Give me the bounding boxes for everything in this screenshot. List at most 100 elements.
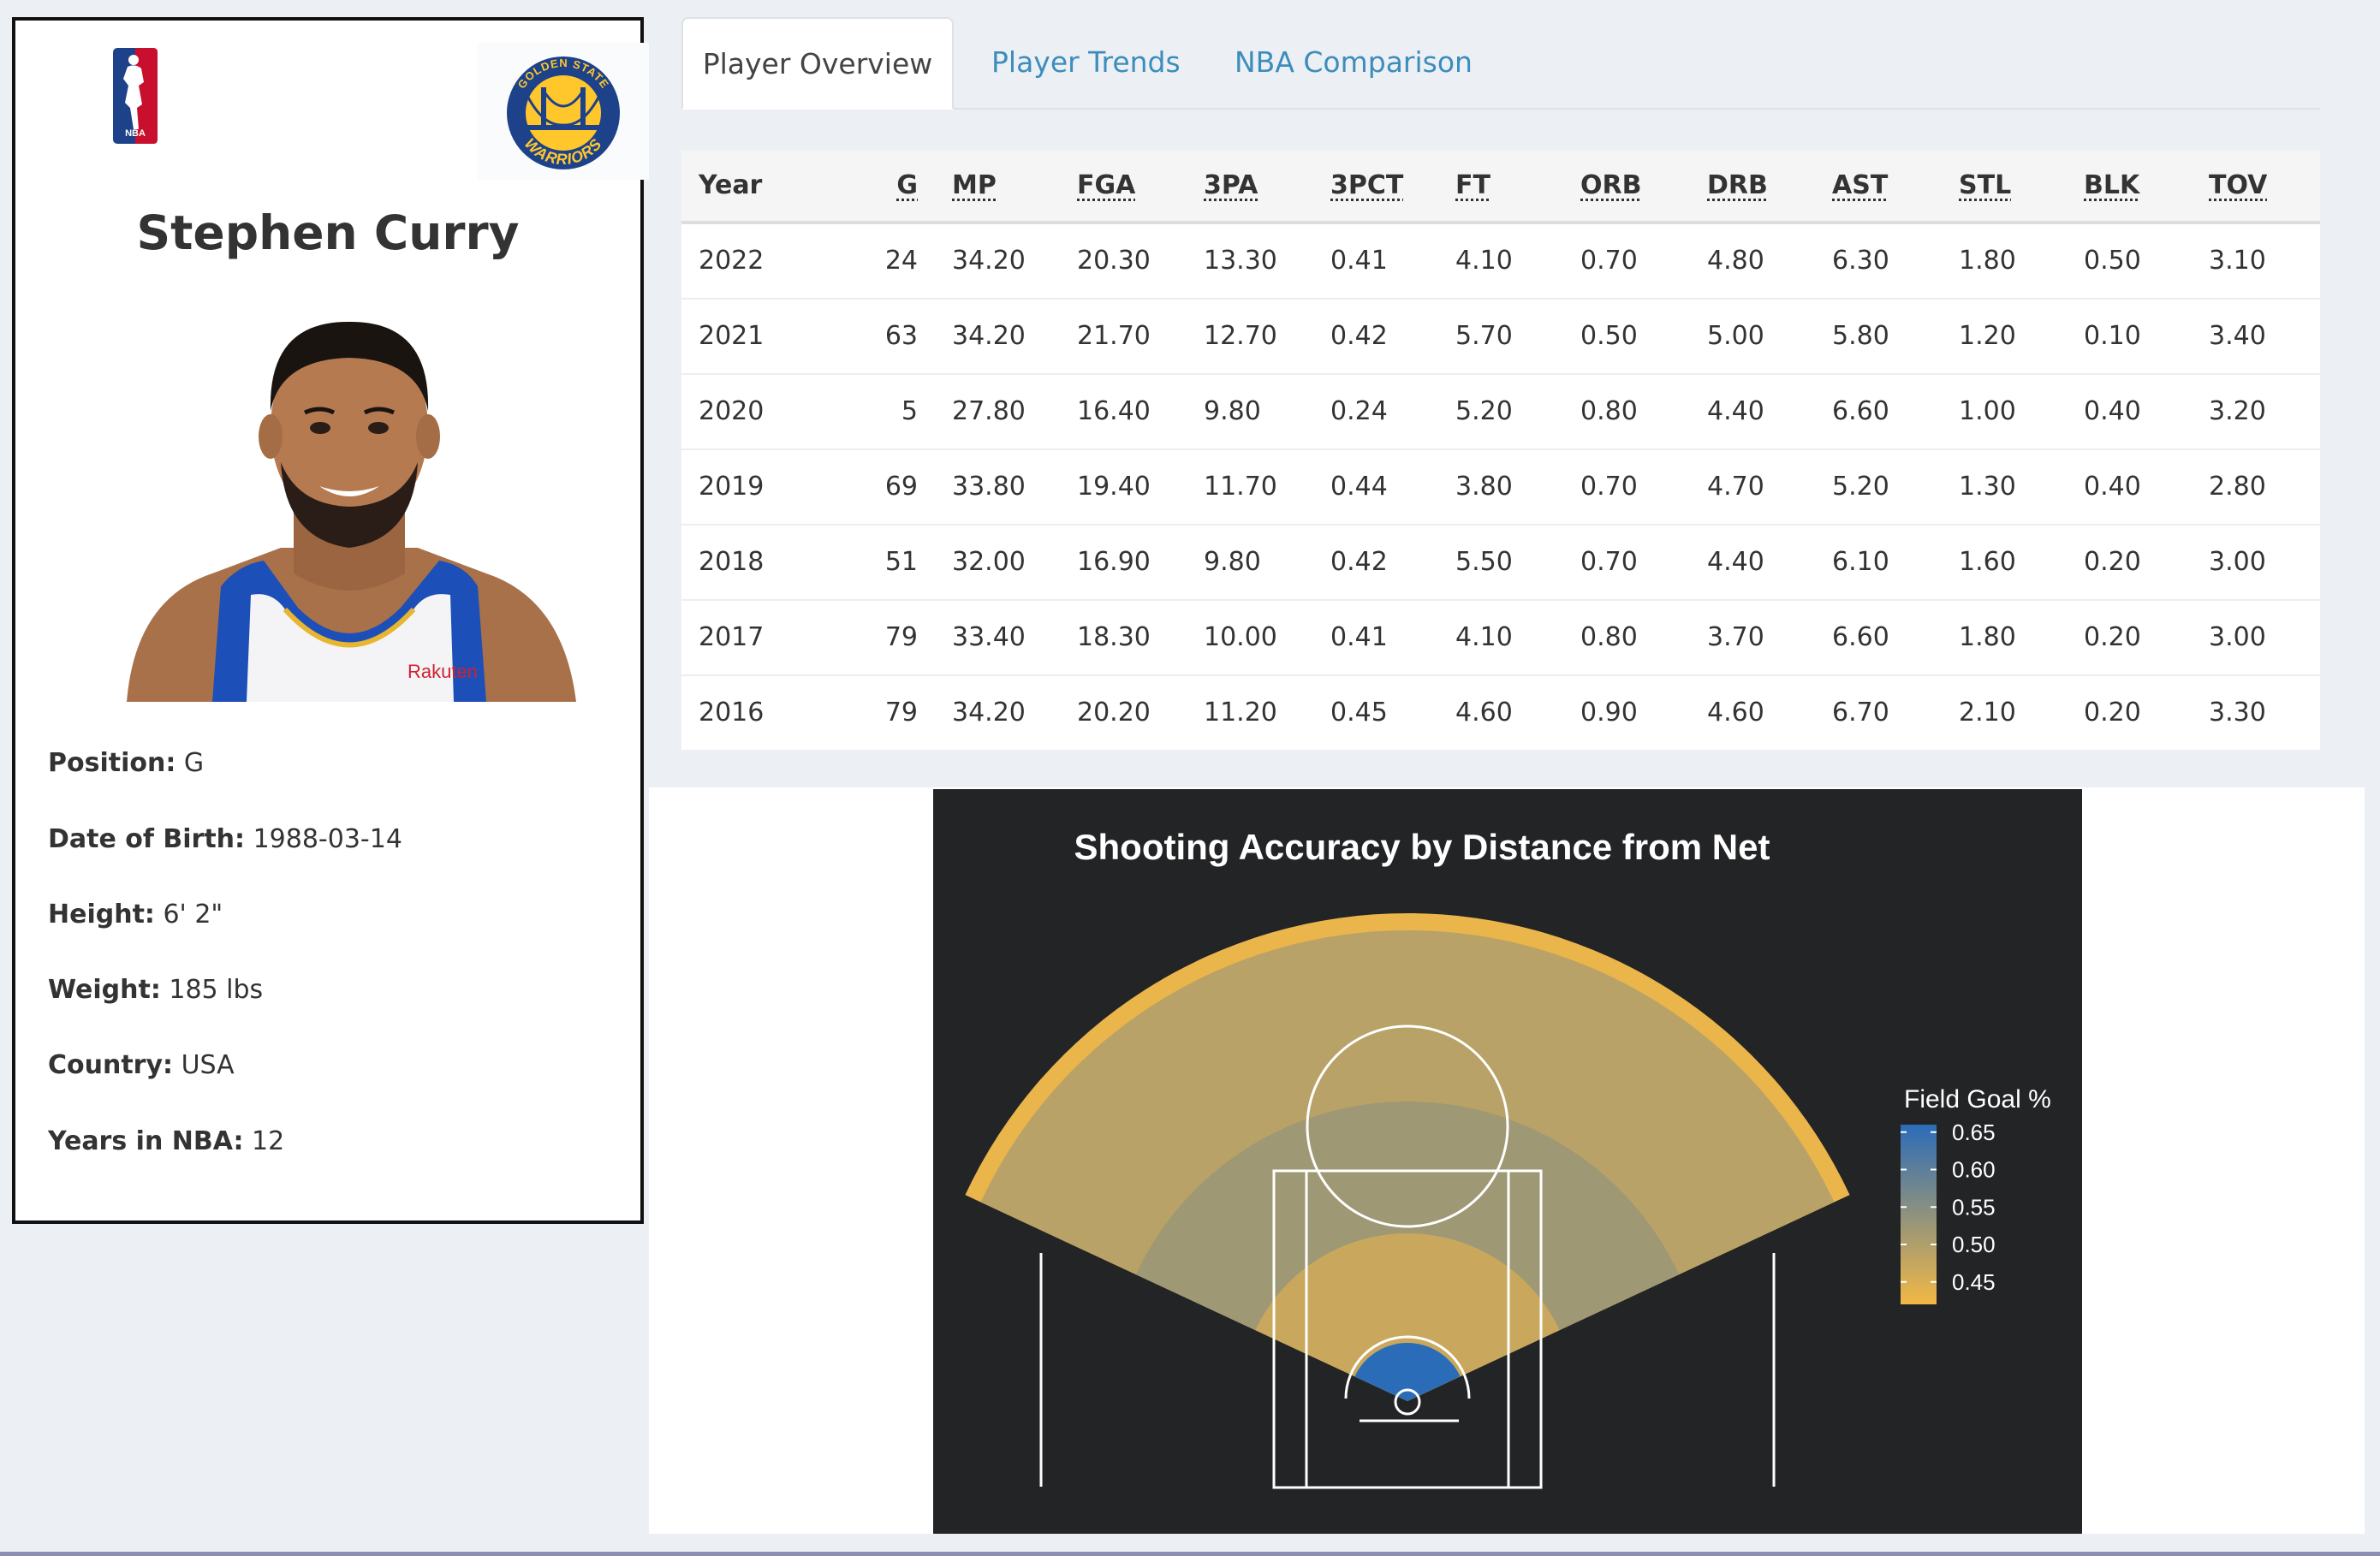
legend-tick-label: 0.55	[1952, 1194, 1996, 1220]
table-cell: 51	[884, 547, 918, 577]
table-cell: 4.40	[1707, 547, 1764, 577]
legend-title: Field Goal %	[1904, 1085, 2051, 1114]
column-header[interactable]: Year	[699, 151, 762, 221]
column-header[interactable]: BLK	[2084, 151, 2139, 221]
column-header[interactable]: TOV	[2209, 151, 2267, 221]
table-cell: 9.80	[1204, 547, 1261, 577]
table-cell: 3.00	[2209, 622, 2266, 652]
table-cell: 79	[884, 622, 918, 652]
column-header[interactable]: FGA	[1077, 151, 1135, 221]
tab-player-trends[interactable]: Player Trends	[991, 17, 1181, 106]
legend-colorbar	[1901, 1125, 1937, 1304]
table-cell: 0.40	[2084, 472, 2141, 502]
attr-value: 185 lbs	[160, 975, 264, 1005]
table-cell: 0.44	[1330, 472, 1388, 502]
table-cell: 2021	[699, 321, 765, 351]
legend-tick-label: 0.45	[1952, 1269, 1996, 1295]
table-cell: 34.20	[952, 246, 1026, 276]
column-header[interactable]: AST	[1832, 151, 1888, 221]
legend-tick-label: 0.50	[1952, 1232, 1996, 1257]
column-header[interactable]: 3PCT	[1330, 151, 1403, 221]
table-cell: 6.60	[1832, 622, 1889, 652]
table-cell: 11.20	[1204, 698, 1277, 728]
table-cell: 0.90	[1580, 698, 1638, 728]
table-cell: 9.80	[1204, 396, 1261, 426]
window-bottom-border	[0, 1552, 2380, 1556]
table-cell: 1.80	[1959, 622, 2016, 652]
attr-label: Country:	[48, 1050, 174, 1080]
legend-tick-label: 0.60	[1952, 1157, 1996, 1183]
table-body: 2022 24 34.20 20.30 13.30 0.41 4.10 0.70 4.80 6.3…	[681, 224, 2320, 750]
attr-weight: Weight: 185 lbs	[48, 975, 263, 1005]
column-header[interactable]: STL	[1959, 151, 2011, 221]
table-cell: 5.50	[1455, 547, 1513, 577]
team-logo-icon: GOLDEN STATE WARRIORS	[478, 43, 649, 180]
table-cell: 5	[901, 396, 918, 426]
svg-text:NBA: NBA	[125, 128, 146, 139]
table-row: 2020 5 27.80 16.40 9.80 0.24 5.20 0.80 4.40 6.60 1…	[681, 375, 2320, 450]
tab-bar: Player Overview Player Trends NBA Compar…	[681, 17, 2320, 110]
column-header[interactable]: G	[896, 151, 918, 221]
table-cell: 4.80	[1707, 246, 1764, 276]
table-cell: 0.24	[1330, 396, 1388, 426]
table-cell: 3.10	[2209, 246, 2266, 276]
table-cell: 69	[884, 472, 918, 502]
attr-date-of-birth: Date of Birth: 1988-03-14	[48, 824, 402, 854]
table-cell: 6.60	[1832, 396, 1889, 426]
table-cell: 13.30	[1204, 246, 1277, 276]
table-cell: 20.20	[1077, 698, 1151, 728]
attr-country: Country: USA	[48, 1050, 235, 1080]
table-cell: 2017	[699, 622, 765, 652]
column-header[interactable]: MP	[952, 151, 997, 221]
player-name: Stephen Curry	[136, 205, 520, 260]
table-cell: 0.20	[2084, 547, 2141, 577]
table-cell: 0.50	[2084, 246, 2141, 276]
court-svg: Shooting Accuracy by Distance from Net Fi…	[965, 827, 2051, 1489]
tab-player-overview[interactable]: Player Overview	[681, 17, 954, 110]
table-cell: 0.20	[2084, 698, 2141, 728]
table-cell: 20.30	[1077, 246, 1151, 276]
table-cell: 1.60	[1959, 547, 2016, 577]
attr-value: USA	[173, 1050, 235, 1080]
table-cell: 5.00	[1707, 321, 1764, 351]
attr-label: Date of Birth:	[48, 824, 246, 854]
stats-table: Year G MP FGA 3PA 3PCT FT ORB DRB AST STL BLK TOV 20…	[681, 151, 2320, 750]
attr-label: Weight:	[48, 975, 161, 1005]
table-cell: 4.40	[1707, 396, 1764, 426]
table-cell: 5.20	[1455, 396, 1513, 426]
table-cell: 3.30	[2209, 698, 2266, 728]
table-row: 2021 63 34.20 21.70 12.70 0.42 5.70 0.50 5.00 5.8…	[681, 300, 2320, 375]
table-cell: 2.10	[1959, 698, 2016, 728]
table-row: 2016 79 34.20 20.20 11.20 0.45 4.60 0.90 4.60 6.7…	[681, 676, 2320, 750]
table-cell: 0.45	[1330, 698, 1388, 728]
table-cell: 18.30	[1077, 622, 1151, 652]
table-cell: 5.80	[1832, 321, 1889, 351]
table-cell: 4.60	[1455, 698, 1513, 728]
table-cell: 27.80	[952, 396, 1026, 426]
table-cell: 2018	[699, 547, 765, 577]
table-cell: 19.40	[1077, 472, 1151, 502]
table-cell: 33.40	[952, 622, 1026, 652]
table-cell: 79	[884, 698, 918, 728]
table-cell: 2020	[699, 396, 765, 426]
table-cell: 0.70	[1580, 472, 1638, 502]
player-headshot: Rakuten	[127, 321, 576, 702]
column-header[interactable]: DRB	[1707, 151, 1768, 221]
tab-nba-comparison[interactable]: NBA Comparison	[1235, 17, 1473, 106]
attr-height: Height: 6' 2"	[48, 900, 223, 929]
column-header[interactable]: FT	[1455, 151, 1490, 221]
column-header[interactable]: 3PA	[1204, 151, 1258, 221]
table-cell: 16.90	[1077, 547, 1151, 577]
table-cell: 0.80	[1580, 622, 1638, 652]
table-cell: 1.00	[1959, 396, 2016, 426]
attr-value: 12	[243, 1126, 285, 1156]
attr-value: G	[176, 748, 205, 778]
table-cell: 3.00	[2209, 547, 2266, 577]
player-card: NBA GOLDEN STATE WARRIORS Stephen Curry	[12, 17, 649, 1224]
column-header[interactable]: ORB	[1580, 151, 1641, 221]
attr-years-in-nba: Years in NBA: 12	[48, 1126, 284, 1156]
table-cell: 4.10	[1455, 622, 1513, 652]
table-cell: 0.70	[1580, 246, 1638, 276]
table-cell: 4.10	[1455, 246, 1513, 276]
chart-title: Shooting Accuracy by Distance from Net	[1074, 827, 1770, 867]
